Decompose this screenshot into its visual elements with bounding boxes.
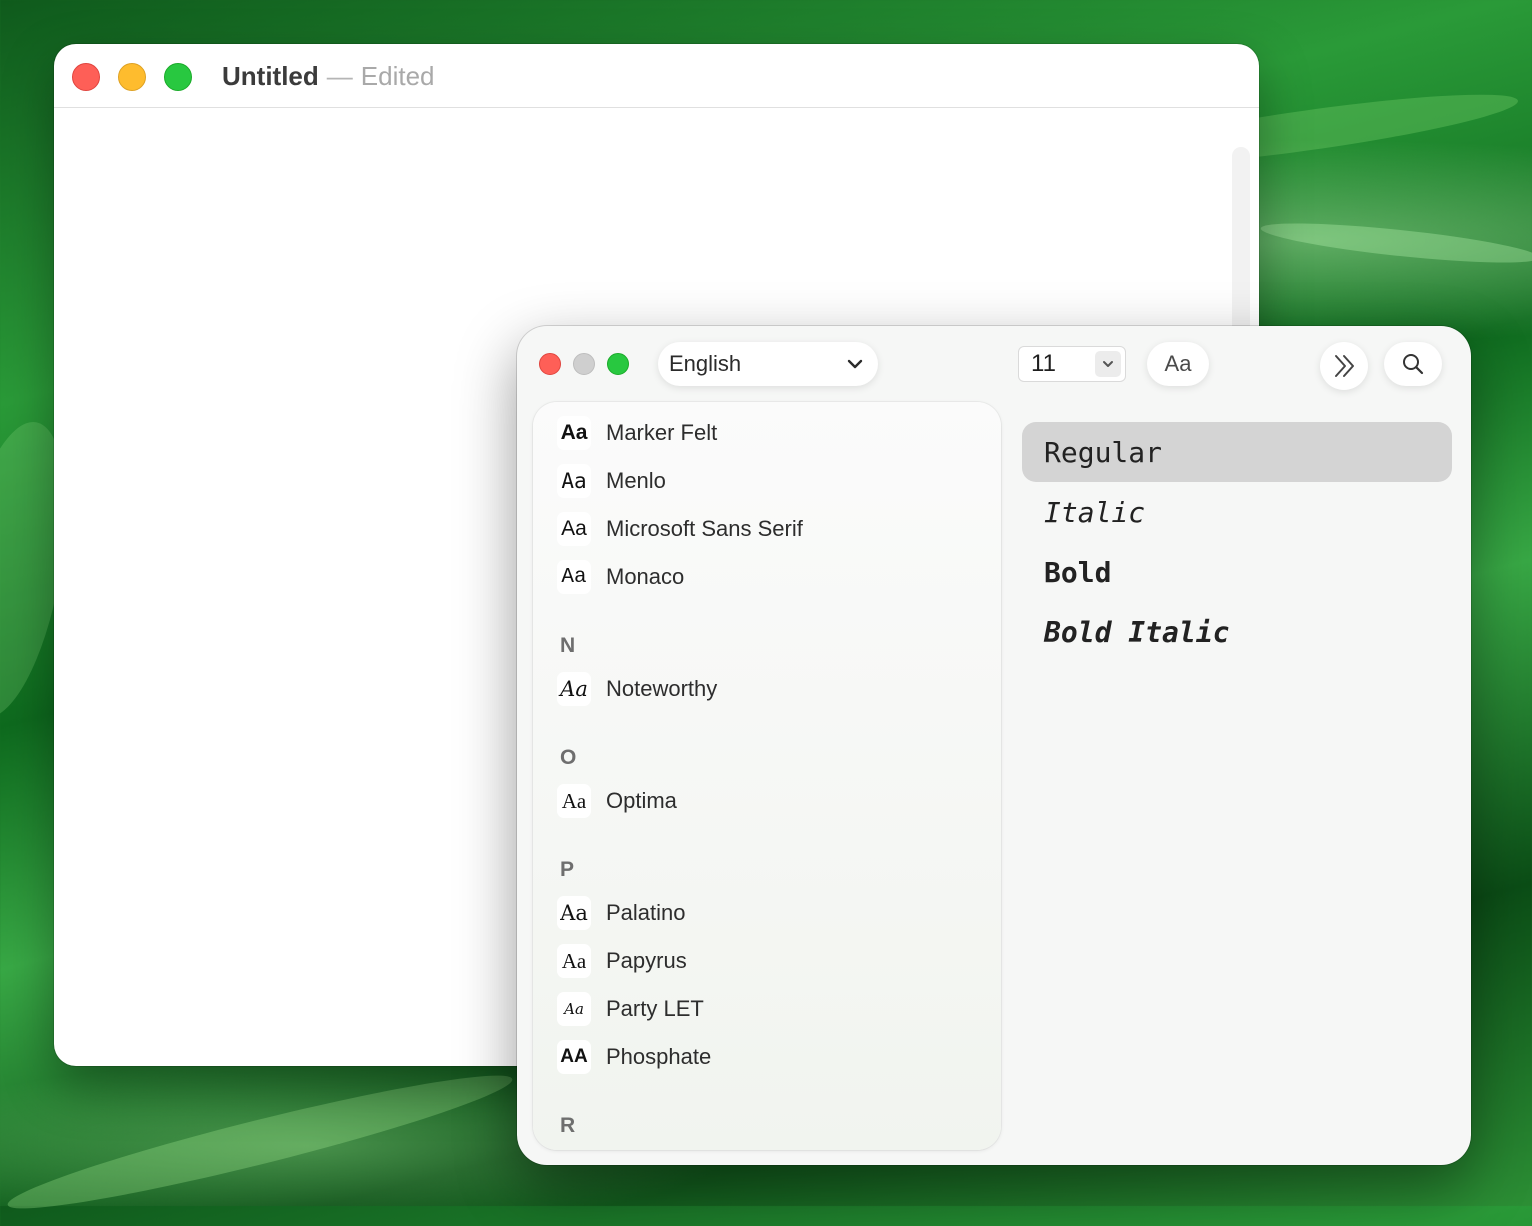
font-family-item[interactable]: Aa Microsoft Sans Serif (557, 509, 803, 549)
font-style-item[interactable]: Bold Italic (1022, 602, 1452, 662)
font-size-dropdown[interactable] (1095, 351, 1121, 377)
chevron-down-icon (1103, 361, 1113, 367)
zoom-button[interactable] (164, 63, 192, 91)
font-family-list[interactable]: Aa Marker Felt Aa Menlo Aa Microsoft San… (533, 402, 1001, 1150)
font-family-name: Noteworthy (606, 676, 718, 701)
document-titlebar[interactable]: Untitled — Edited (54, 44, 1259, 108)
font-preview-icon: Aa (557, 784, 591, 818)
font-preview-icon: Aa (557, 416, 591, 450)
search-button[interactable] (1384, 342, 1442, 386)
language-value: English (669, 351, 742, 376)
font-preview-icon: Aa (557, 560, 591, 594)
section-header: O (560, 746, 577, 769)
panel-close-button[interactable] (539, 353, 561, 375)
font-family-item[interactable]: Aa Papyrus (557, 941, 687, 981)
double-chevron-right-icon (1335, 355, 1354, 377)
minimize-button[interactable] (118, 63, 146, 91)
vertical-scrollbar[interactable] (1232, 147, 1250, 347)
typography-options-label: Aa (1164, 351, 1192, 376)
font-preview-icon: Aa (557, 944, 591, 978)
panel-minimize-button[interactable] (573, 353, 595, 375)
font-family-item[interactable]: Aa Party LET (557, 989, 704, 1029)
section-header: P (560, 858, 575, 881)
font-panel: English 11 Aa Aa Marker Felt Aa Menlo Aa… (517, 326, 1471, 1165)
font-family-item[interactable]: Aa Monaco (557, 557, 684, 597)
chevron-down-icon (847, 359, 863, 369)
font-family-name: Phosphate (606, 1044, 712, 1069)
language-select[interactable]: English (658, 342, 878, 386)
window-title: Untitled — Edited (222, 60, 435, 92)
font-family-item[interactable]: Aa Marker Felt (557, 413, 717, 453)
font-style-item[interactable]: Regular (1022, 422, 1452, 482)
font-family-item[interactable]: AA Phosphate (557, 1037, 711, 1077)
wallpaper-highlight (1259, 215, 1532, 271)
close-button[interactable] (72, 63, 100, 91)
font-size-field[interactable]: 11 (1018, 346, 1126, 382)
font-family-name: Monaco (606, 564, 685, 589)
wallpaper-highlight (2, 1057, 518, 1226)
font-family-name: Microsoft Sans Serif (606, 516, 803, 541)
document-status: Edited (360, 61, 435, 91)
font-family-item[interactable]: Aa Optima (557, 781, 677, 821)
font-preview-icon: AA (557, 1040, 591, 1074)
font-style-item[interactable]: Bold (1022, 542, 1452, 602)
font-preview-icon: Aa (557, 896, 591, 930)
font-size-value: 11 (1031, 350, 1056, 377)
search-icon (1403, 354, 1424, 375)
section-header: N (560, 634, 576, 657)
title-separator: — (326, 61, 353, 91)
font-preview-icon: Aa (557, 464, 591, 498)
more-options-button[interactable] (1320, 342, 1368, 390)
font-family-name: Papyrus (606, 948, 687, 973)
typography-options-button[interactable]: Aa (1147, 342, 1209, 386)
section-header: R (560, 1114, 576, 1137)
font-preview-icon: Aa (557, 672, 591, 706)
font-style-item[interactable]: Italic (1022, 482, 1452, 542)
font-preview-icon: Aa (557, 512, 591, 546)
font-family-item[interactable]: Aa Noteworthy (557, 669, 717, 709)
font-family-name: Marker Felt (606, 420, 718, 445)
font-family-name: Palatino (606, 900, 686, 925)
font-preview-icon: Aa (557, 992, 591, 1026)
font-family-name: Optima (606, 788, 677, 813)
font-family-item[interactable]: Aa Palatino (557, 893, 686, 933)
font-family-item[interactable]: Aa Menlo (557, 461, 666, 501)
document-title: Untitled (222, 61, 319, 91)
font-family-name: Party LET (606, 996, 704, 1021)
panel-zoom-button[interactable] (607, 353, 629, 375)
font-family-name: Menlo (606, 468, 666, 493)
